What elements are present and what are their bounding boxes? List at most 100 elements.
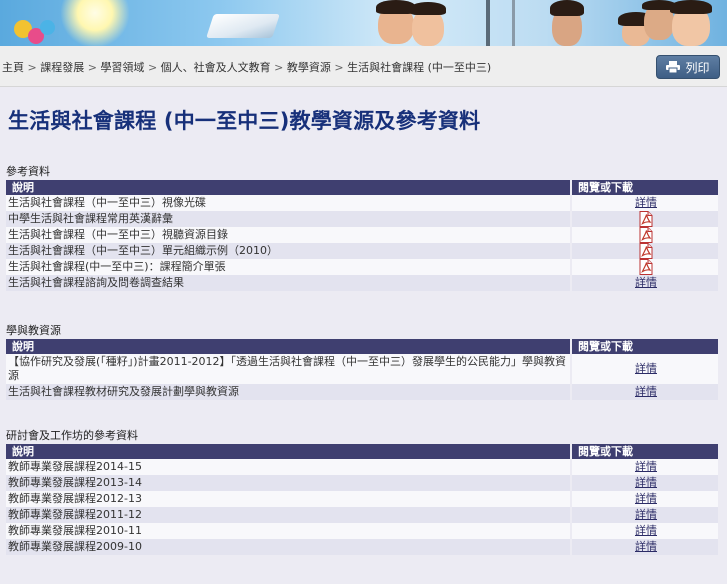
row-action [570, 259, 718, 275]
section-seminar-materials: 研討會及工作坊的參考資料 說明 閱覽或下載 教師專業發展課程2014-15 詳情 教師專業… [6, 429, 718, 555]
print-button[interactable]: 列印 [656, 55, 720, 79]
breadcrumb-separator: > [334, 61, 344, 74]
breadcrumb-separator: > [147, 61, 158, 74]
table-row: 教師專業發展課程2014-15 詳情 [6, 459, 718, 475]
table-row: 教師專業發展課程2012-13 詳情 [6, 491, 718, 507]
row-action: 詳情 [570, 491, 718, 507]
row-description: 教師專業發展課程2009-10 [6, 539, 571, 555]
table-row: 教師專業發展課程2011-12 詳情 [6, 507, 718, 523]
breadcrumb-link[interactable]: 課程發展 [40, 61, 84, 74]
pdf-download-link[interactable] [639, 211, 653, 227]
details-link[interactable]: 詳情 [635, 362, 657, 375]
row-action: 詳情 [570, 459, 718, 475]
main-content: 生活與社會課程 (中一至中三)教學資源及參考資料 參考資料 說明 閱覽或下載 生活與社… [2, 91, 722, 581]
row-description: 生活與社會課程(中一至中三)：課程簡介單張 [6, 259, 571, 275]
column-header-description: 說明 [6, 180, 572, 195]
row-action [570, 211, 718, 227]
details-link[interactable]: 詳情 [635, 508, 657, 521]
table-row: 教師專業發展課程2013-14 詳情 [6, 475, 718, 491]
row-description: 教師專業發展課程2011-12 [6, 507, 571, 523]
sun-glow [60, 0, 130, 46]
row-description: 生活與社會課程（中一至中三）視聽資源目錄 [6, 227, 571, 243]
row-description: 中學生活與社會課程常用英漢辭彙 [6, 211, 571, 227]
table-row: 生活與社會課程諮詢及問卷調查結果 詳情 [6, 275, 718, 291]
row-action: 詳情 [570, 523, 718, 539]
table-header: 說明 閱覽或下載 [6, 339, 718, 354]
row-action: 詳情 [570, 384, 718, 400]
breadcrumb-link[interactable]: 學習領域 [100, 61, 144, 74]
row-action: 詳情 [570, 507, 718, 523]
section-title: 研討會及工作坊的參考資料 [6, 429, 138, 442]
pdf-download-link[interactable] [639, 259, 653, 275]
row-action [570, 227, 718, 243]
column-header-description: 說明 [6, 339, 572, 354]
table-row: 教師專業發展課程2010-11 詳情 [6, 523, 718, 539]
pdf-file-icon [639, 259, 653, 275]
pdf-file-icon [639, 243, 653, 259]
details-link[interactable]: 詳情 [635, 524, 657, 537]
breadcrumb: 主頁 > 課程發展 > 學習領域 > 個人、社會及人文教育 > 教學資源 > 生… [2, 59, 491, 75]
column-header-view-download: 閱覽或下載 [571, 339, 718, 354]
details-link[interactable]: 詳情 [635, 540, 657, 553]
table-row: 中學生活與社會課程常用英漢辭彙 [6, 211, 718, 227]
breadcrumb-separator: > [87, 61, 97, 74]
pdf-file-icon [639, 227, 653, 243]
column-header-view-download: 閱覽或下載 [571, 180, 718, 195]
pdf-download-link[interactable] [639, 243, 653, 259]
breadcrumb-separator: > [274, 61, 284, 74]
column-header-description: 說明 [6, 444, 572, 459]
details-link[interactable]: 詳情 [635, 476, 657, 489]
printer-icon [666, 61, 681, 73]
section-title: 學與教資源 [6, 324, 61, 337]
details-link[interactable]: 詳情 [635, 276, 657, 289]
page-title: 生活與社會課程 (中一至中三)教學資源及參考資料 [8, 109, 481, 133]
resource-table: 說明 閱覽或下載 【協作研究及發展(「種籽」)計畫2011-2012】「透過生活與社… [6, 339, 718, 400]
section-title: 參考資料 [6, 165, 50, 178]
row-action: 詳情 [570, 354, 718, 384]
breadcrumb-link[interactable]: 教學資源 [287, 61, 331, 74]
table-row: 生活與社會課程（中一至中三）單元組織示例（2010） [6, 243, 718, 259]
row-description: 教師專業發展課程2013-14 [6, 475, 571, 491]
pdf-download-link[interactable] [639, 227, 653, 243]
row-description: 生活與社會課程諮詢及問卷調查結果 [6, 275, 571, 291]
table-row: 教師專業發展課程2009-10 詳情 [6, 539, 718, 555]
table-header: 說明 閱覽或下載 [6, 444, 718, 459]
breadcrumb-link[interactable]: 個人、社會及人文教育 [161, 61, 271, 74]
row-description: 教師專業發展課程2010-11 [6, 523, 571, 539]
row-action: 詳情 [570, 275, 718, 291]
row-description: 生活與社會課程（中一至中三）單元組織示例（2010） [6, 243, 571, 259]
section-teaching-resources: 學與教資源說明 閱覽或下載 【協作研究及發展(「種籽」)計畫2011-2012】「透… [6, 324, 718, 400]
section-reference: 參考資料 說明 閱覽或下載 生活與社會課程（中一至中三）視像光碟 詳情 中學生活與社會課程… [6, 165, 718, 291]
row-description: 生活與社會課程教材研究及發展計劃學與教資源 [6, 384, 571, 400]
breadcrumb-bar: 主頁 > 課程發展 > 學習領域 > 個人、社會及人文教育 > 教學資源 > 生… [0, 46, 727, 87]
table-row: 【協作研究及發展(「種籽」)計畫2011-2012】「透過生活與社會課程（中一至… [6, 354, 718, 384]
balloon-image [40, 20, 55, 35]
details-link[interactable]: 詳情 [635, 460, 657, 473]
row-description: 教師專業發展課程2014-15 [6, 459, 571, 475]
table-row: 生活與社會課程（中一至中三）視像光碟 詳情 [6, 195, 718, 211]
header-banner [0, 0, 727, 46]
resource-table: 說明 閱覽或下載 教師專業發展課程2014-15 詳情 教師專業發展課程2013-14 詳… [6, 444, 718, 555]
table-header: 說明 閱覽或下載 [6, 180, 718, 195]
breadcrumb-current: 生活與社會課程 (中一至中三) [347, 61, 492, 74]
breadcrumb-link[interactable]: 主頁 [2, 61, 24, 74]
print-label: 列印 [685, 60, 710, 75]
pdf-file-icon [639, 211, 653, 227]
row-description: 教師專業發展課程2012-13 [6, 491, 571, 507]
row-action: 詳情 [570, 475, 718, 491]
details-link[interactable]: 詳情 [635, 492, 657, 505]
row-action: 詳情 [570, 539, 718, 555]
column-header-view-download: 閱覽或下載 [571, 444, 718, 459]
table-row: 生活與社會課程(中一至中三)：課程簡介單張 [6, 259, 718, 275]
table-row: 生活與社會課程教材研究及發展計劃學與教資源 詳情 [6, 384, 718, 400]
resource-table: 說明 閱覽或下載 生活與社會課程（中一至中三）視像光碟 詳情 中學生活與社會課程常用英漢… [6, 180, 718, 291]
details-link[interactable]: 詳情 [635, 196, 657, 209]
open-book-image [206, 14, 280, 38]
details-link[interactable]: 詳情 [635, 385, 657, 398]
row-description: 【協作研究及發展(「種籽」)計畫2011-2012】「透過生活與社會課程（中一至… [6, 354, 571, 384]
table-row: 生活與社會課程（中一至中三）視聽資源目錄 [6, 227, 718, 243]
breadcrumb-separator: > [27, 61, 37, 74]
row-action: 詳情 [570, 195, 718, 211]
row-action [570, 243, 718, 259]
row-description: 生活與社會課程（中一至中三）視像光碟 [6, 195, 571, 211]
